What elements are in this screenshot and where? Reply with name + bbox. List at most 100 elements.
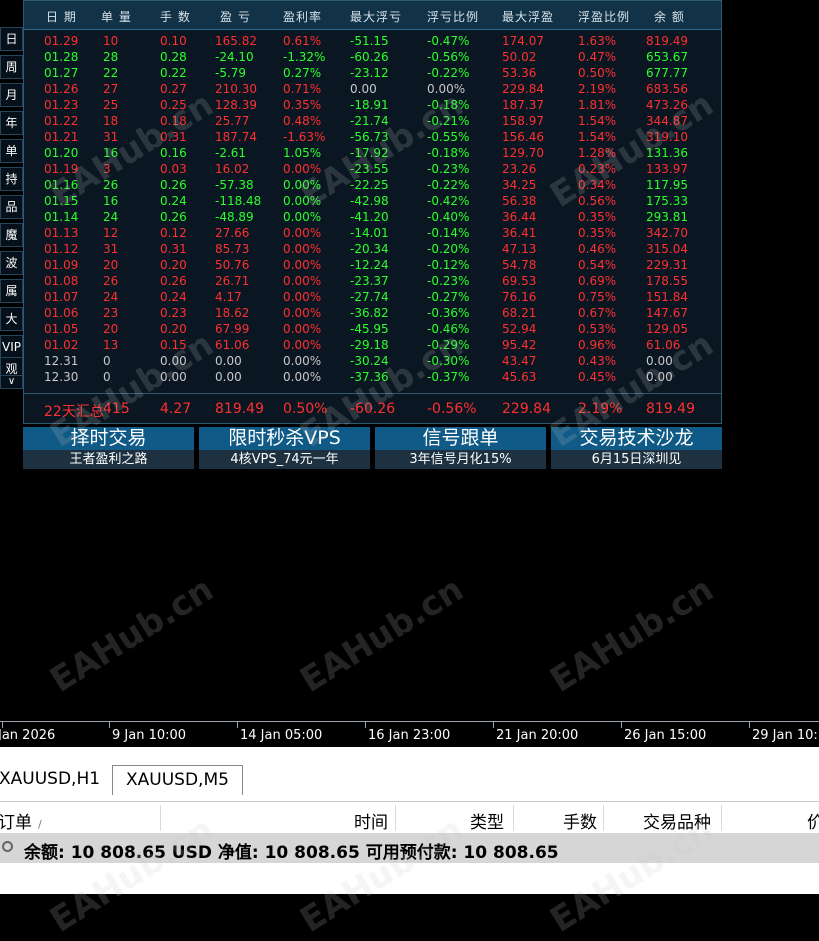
row-pnl: 4.17 <box>215 290 242 304</box>
time-label: 16 Jan 23:00 <box>368 728 451 743</box>
row-date: 01.02 <box>44 338 79 352</box>
table-row: 01.09 20 0.20 50.76 0.00% -12.24 -0.12% 54.78 0.… <box>24 257 721 273</box>
time-tick <box>237 721 238 728</box>
promo-subtitle: 4核VPS_74元一年 <box>199 450 370 469</box>
row-pnl: 25.77 <box>215 114 250 128</box>
sidebar-btn-month[interactable]: 月 <box>0 83 23 107</box>
column-divider <box>603 805 604 831</box>
column-divider <box>395 805 396 831</box>
row-orders: 31 <box>103 242 119 256</box>
table-row: 01.13 12 0.12 27.66 0.00% -14.01 -0.14% 36.41 0.… <box>24 225 721 241</box>
row-max-drawdown: -27.74 <box>350 290 389 304</box>
time-tick <box>109 721 110 728</box>
row-max-drawdown: -51.15 <box>350 34 389 48</box>
row-balance: 178.55 <box>646 274 688 288</box>
row-pnl: 128.39 <box>215 98 257 112</box>
row-orders: 28 <box>103 50 119 64</box>
sidebar-btn-day[interactable]: 日 <box>0 27 23 51</box>
col-drawdown-pct: 浮亏比例 <box>427 10 480 24</box>
time-label: 26 Jan 15:00 <box>624 728 707 743</box>
row-rate: 0.35% <box>283 98 322 112</box>
row-date: 01.20 <box>44 146 79 160</box>
row-max-drawdown: -45.95 <box>350 322 389 336</box>
tab-xauusd-h1[interactable]: XAUUSD,H1 <box>0 765 113 795</box>
sidebar-btn-magic[interactable]: 魔号 <box>0 223 23 247</box>
row-date: 01.12 <box>44 242 79 256</box>
row-date: 01.22 <box>44 114 79 128</box>
col-balance: 余 额 <box>654 10 685 24</box>
row-max-floating-profit: 187.37 <box>502 98 544 112</box>
row-date: 01.26 <box>44 82 79 96</box>
time-label: 9 Jan 10:00 <box>112 728 187 743</box>
row-rate: 0.00% <box>283 370 322 384</box>
row-pnl: 50.76 <box>215 258 250 272</box>
table-row: 01.12 31 0.31 85.73 0.00% -20.34 -0.20% 47.13 0.… <box>24 241 721 257</box>
row-balance: 175.33 <box>646 194 688 208</box>
col-price[interactable]: 价 <box>807 808 819 833</box>
column-divider <box>721 805 722 831</box>
row-max-floating-profit: 158.97 <box>502 114 544 128</box>
row-max-floating-profit: 36.44 <box>502 210 537 224</box>
row-balance: 819.49 <box>646 34 688 48</box>
col-time[interactable]: 时间 <box>354 808 388 833</box>
row-date: 12.30 <box>44 370 79 384</box>
row-date: 01.06 <box>44 306 79 320</box>
row-drawdown-pct: -0.40% <box>427 210 470 224</box>
promo-timing-trade[interactable]: 择时交易 王者盈利之路 <box>23 427 194 469</box>
col-volume[interactable]: 手数 <box>563 808 597 833</box>
sidebar-btn-vip[interactable]: VIP <box>0 335 23 359</box>
row-drawdown-pct: -0.23% <box>427 274 470 288</box>
row-max-floating-profit: 43.47 <box>502 354 537 368</box>
sidebar-expand-icon[interactable]: ∨ <box>0 375 23 389</box>
row-max-floating-profit: 45.63 <box>502 370 537 384</box>
col-rate: 盈利率 <box>283 10 323 24</box>
row-floating-pct: 0.53% <box>578 322 617 336</box>
promo-signal-copy[interactable]: 信号跟单 3年信号月化15% <box>375 427 546 469</box>
row-orders: 16 <box>103 194 119 208</box>
table-row: 12.31 0 0.00 0.00 0.00% -30.24 -0.30% 43.47 0.43… <box>24 353 721 369</box>
table-row: 01.27 22 0.22 -5.79 0.27% -23.12 -0.22% 53.36 0.… <box>24 65 721 81</box>
sort-icon: / <box>38 818 42 831</box>
sidebar-btn-holdings[interactable]: 持合 <box>0 167 23 191</box>
time-tick <box>621 721 622 728</box>
table-row: 01.02 13 0.15 61.06 0.00% -29.18 -0.29% 95.42 0.… <box>24 337 721 353</box>
sidebar-btn-volatility[interactable]: 波幅 <box>0 251 23 275</box>
summary-pnl: 819.49 <box>215 401 264 417</box>
row-orders: 26 <box>103 274 119 288</box>
sidebar-btn-single-currency[interactable]: 单币 <box>0 139 23 163</box>
row-drawdown-pct: -0.22% <box>427 178 470 192</box>
row-date: 01.27 <box>44 66 79 80</box>
time-label: Jan 2026 <box>0 728 56 743</box>
row-max-floating-profit: 129.70 <box>502 146 544 160</box>
sidebar-btn-properties[interactable]: 属性 <box>0 279 23 303</box>
row-lots: 0.22 <box>160 66 187 80</box>
row-rate: 0.00% <box>283 258 322 272</box>
row-balance: 133.97 <box>646 162 688 176</box>
promo-title: 信号跟单 <box>375 427 546 450</box>
row-drawdown-pct: -0.23% <box>427 162 470 176</box>
row-rate: 0.00% <box>283 338 322 352</box>
col-type[interactable]: 类型 <box>470 808 504 833</box>
row-rate: 0.48% <box>283 114 322 128</box>
row-date: 01.07 <box>44 290 79 304</box>
tab-xauusd-m5[interactable]: XAUUSD,M5 <box>112 765 243 795</box>
row-floating-pct: 0.46% <box>578 242 617 256</box>
row-date: 01.05 <box>44 322 79 336</box>
col-order[interactable]: 订单 / <box>0 808 42 833</box>
time-tick <box>365 721 366 728</box>
sidebar-btn-large-font[interactable]: 大字 <box>0 307 23 331</box>
row-drawdown-pct: -0.42% <box>427 194 470 208</box>
daily-stats-panel: 日 期 单 量 手 数 盈 亏 盈利率 最大浮亏 浮亏比例 最大浮盈 浮盈比例 … <box>23 0 722 424</box>
row-date: 01.08 <box>44 274 79 288</box>
row-balance: 342.70 <box>646 226 688 240</box>
row-pnl: 61.06 <box>215 338 250 352</box>
promo-subtitle: 3年信号月化15% <box>375 450 546 469</box>
row-lots: 0.26 <box>160 210 187 224</box>
sidebar-btn-symbol[interactable]: 品种 <box>0 195 23 219</box>
row-lots: 0.10 <box>160 34 187 48</box>
column-divider <box>513 805 514 831</box>
row-orders: 24 <box>103 210 119 224</box>
sidebar-btn-week[interactable]: 周 <box>0 55 23 79</box>
sidebar-btn-year[interactable]: 年 <box>0 111 23 135</box>
row-lots: 0.23 <box>160 306 187 320</box>
